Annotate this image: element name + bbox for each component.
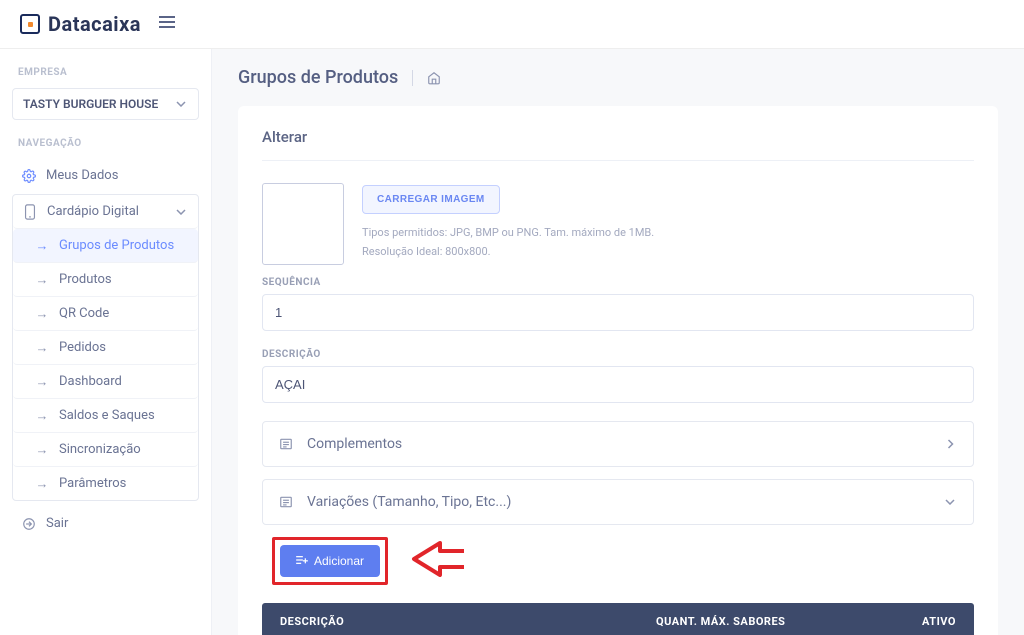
arrow-right-icon: → bbox=[35, 375, 49, 389]
breadcrumb: Grupos de Produtos bbox=[238, 67, 998, 88]
company-name: TASTY BURGUER HOUSE bbox=[23, 97, 158, 111]
arrow-right-icon: → bbox=[35, 307, 49, 321]
chevron-down-icon bbox=[174, 205, 188, 219]
chevron-down-icon bbox=[174, 97, 188, 111]
description-input[interactable] bbox=[262, 366, 974, 403]
upload-hint-resolution: Resolução Ideal: 800x800. bbox=[362, 243, 654, 262]
section-empresa-label: EMPRESA bbox=[18, 67, 193, 78]
divider bbox=[412, 70, 413, 86]
upload-image-button[interactable]: CARREGAR IMAGEM bbox=[362, 185, 500, 214]
sidebar: EMPRESA TASTY BURGUER HOUSE NAVEGAÇÃO Me… bbox=[0, 49, 212, 635]
page-title: Grupos de Produtos bbox=[238, 67, 398, 88]
description-label: DESCRIÇÃO bbox=[262, 349, 974, 360]
sequence-label: SEQUÊNCIA bbox=[262, 277, 974, 288]
th-ativo: ATIVO bbox=[856, 615, 956, 628]
annotation-highlight: Adicionar bbox=[272, 537, 388, 585]
annotation-arrow-icon bbox=[410, 541, 466, 581]
arrow-right-icon: → bbox=[35, 477, 49, 491]
nav-sincronizacao[interactable]: → Sincronização bbox=[13, 433, 198, 467]
edit-card: Alterar CARREGAR IMAGEM Tipos permitidos… bbox=[238, 106, 998, 635]
card-heading: Alterar bbox=[262, 128, 974, 161]
chevron-right-icon bbox=[943, 437, 957, 451]
nav-parametros[interactable]: → Parâmetros bbox=[13, 467, 198, 500]
brand-icon bbox=[20, 14, 40, 34]
nav-cardapio-group: Cardápio Digital → Grupos de Produtos → … bbox=[12, 194, 199, 501]
th-descricao: DESCRIÇÃO bbox=[280, 615, 656, 628]
arrow-right-icon: → bbox=[35, 273, 49, 287]
brand-logo: Datacaixa bbox=[20, 12, 141, 36]
arrow-right-icon: → bbox=[35, 341, 49, 355]
nav-cardapio-label: Cardápio Digital bbox=[47, 204, 139, 219]
nav-saldos[interactable]: → Saldos e Saques bbox=[13, 399, 198, 433]
nav-sair[interactable]: Sair bbox=[12, 507, 199, 540]
phone-icon bbox=[23, 205, 37, 219]
nav-pedidos[interactable]: → Pedidos bbox=[13, 331, 198, 365]
nav-produtos[interactable]: → Produtos bbox=[13, 263, 198, 297]
upload-hint-types: Tipos permitidos: JPG, BMP ou PNG. Tam. … bbox=[362, 224, 654, 243]
nav-qrcode-label: QR Code bbox=[59, 306, 109, 321]
sequence-input[interactable] bbox=[262, 294, 974, 331]
add-icon bbox=[296, 554, 308, 568]
add-button[interactable]: Adicionar bbox=[280, 545, 380, 577]
nav-pedidos-label: Pedidos bbox=[59, 340, 106, 355]
nav-grupos-label: Grupos de Produtos bbox=[59, 238, 174, 253]
nav-meus-dados-label: Meus Dados bbox=[46, 168, 118, 183]
list-icon bbox=[279, 495, 293, 509]
section-navegacao-label: NAVEGAÇÃO bbox=[18, 138, 193, 149]
main-content: Grupos de Produtos Alterar CARREGAR IMAG… bbox=[212, 49, 1024, 635]
nav-sincronizacao-label: Sincronização bbox=[59, 442, 141, 457]
nav-parametros-label: Parâmetros bbox=[59, 476, 126, 491]
accordion-variacoes[interactable]: Variações (Tamanho, Tipo, Etc...) bbox=[262, 479, 974, 525]
menu-toggle-icon[interactable] bbox=[159, 15, 175, 33]
arrow-right-icon: → bbox=[35, 443, 49, 457]
company-selector[interactable]: TASTY BURGUER HOUSE bbox=[12, 88, 199, 120]
add-button-label: Adicionar bbox=[314, 554, 364, 568]
th-quantidade: QUANT. MÁX. SABORES bbox=[656, 615, 856, 628]
nav-produtos-label: Produtos bbox=[59, 272, 112, 287]
accordion-complementos[interactable]: Complementos bbox=[262, 421, 974, 467]
brand-text: Datacaixa bbox=[48, 12, 141, 36]
arrow-right-icon: → bbox=[35, 409, 49, 423]
nav-cardapio-digital[interactable]: Cardápio Digital bbox=[13, 195, 198, 229]
list-icon bbox=[279, 437, 293, 451]
arrow-right-icon: → bbox=[35, 239, 49, 253]
nav-dashboard-label: Dashboard bbox=[59, 374, 122, 389]
variations-table-header: DESCRIÇÃO QUANT. MÁX. SABORES ATIVO bbox=[262, 603, 974, 635]
logout-icon bbox=[22, 517, 36, 531]
image-preview[interactable] bbox=[262, 183, 344, 265]
chevron-down-icon bbox=[943, 495, 957, 509]
nav-dashboard[interactable]: → Dashboard bbox=[13, 365, 198, 399]
nav-meus-dados[interactable]: Meus Dados bbox=[12, 159, 199, 192]
gear-icon bbox=[22, 169, 36, 183]
nav-grupos-produtos[interactable]: → Grupos de Produtos bbox=[13, 229, 198, 263]
nav-qrcode[interactable]: → QR Code bbox=[13, 297, 198, 331]
nav-saldos-label: Saldos e Saques bbox=[59, 408, 155, 423]
accordion-complementos-label: Complementos bbox=[307, 436, 402, 452]
home-icon[interactable] bbox=[427, 71, 441, 85]
accordion-variacoes-label: Variações (Tamanho, Tipo, Etc...) bbox=[307, 494, 511, 510]
nav-sair-label: Sair bbox=[46, 516, 68, 531]
